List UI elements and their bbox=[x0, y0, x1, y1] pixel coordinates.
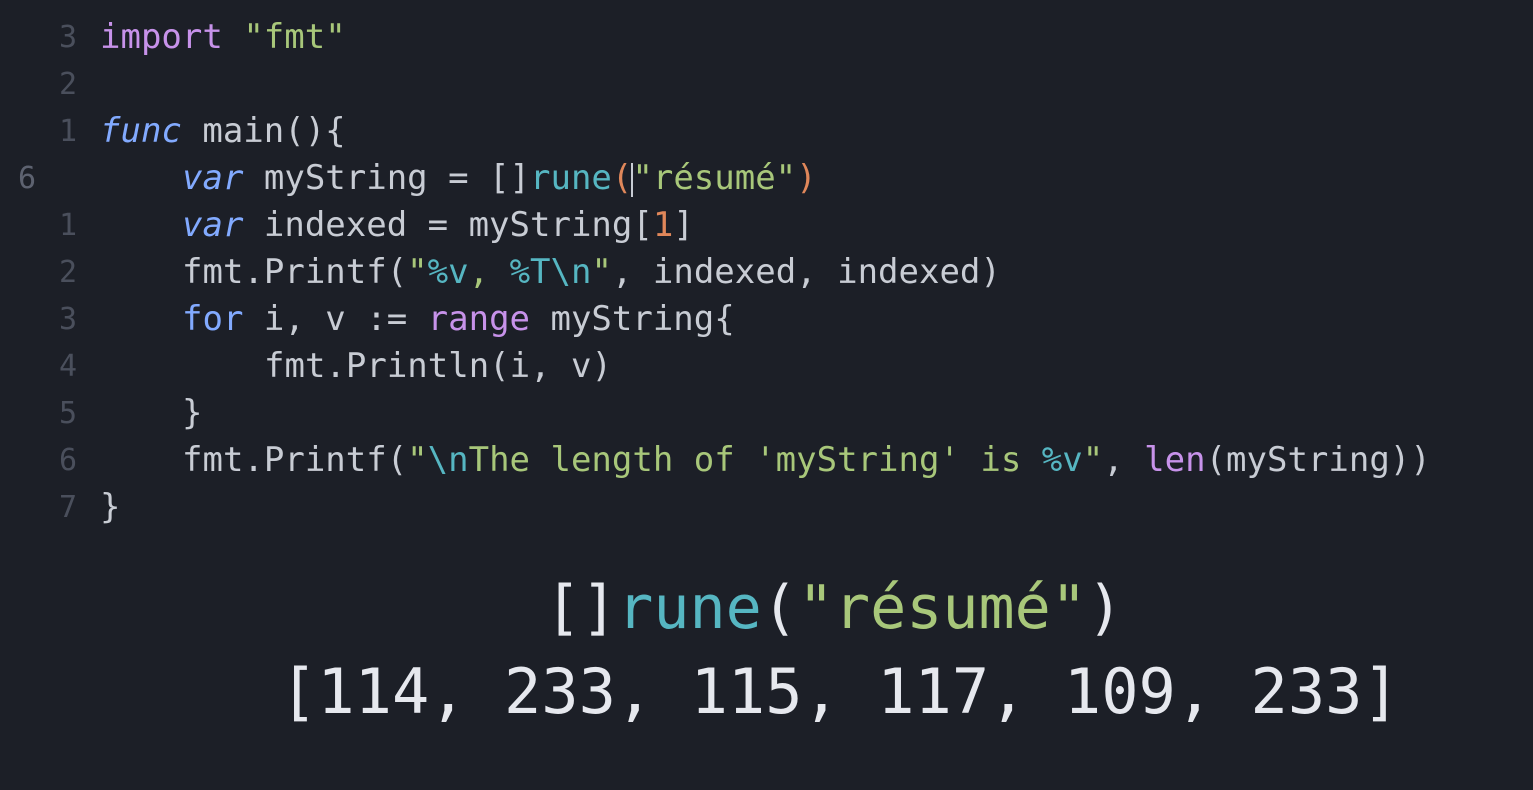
code-token: ) bbox=[796, 158, 817, 198]
code-token: "fmt" bbox=[243, 17, 346, 57]
code-text: var myString = []rune("résumé") bbox=[182, 155, 817, 202]
expression-token: "résumé" bbox=[797, 573, 1087, 643]
code-token: (myString)) bbox=[1205, 440, 1431, 480]
code-token: ] bbox=[673, 205, 694, 245]
code-line[interactable]: 7} bbox=[0, 484, 1533, 531]
line-number: 6 bbox=[58, 443, 77, 478]
code-token: main(){ bbox=[181, 111, 346, 151]
code-token: " bbox=[407, 440, 428, 480]
code-line[interactable]: 1 var indexed = myString[1] bbox=[0, 202, 1533, 249]
line-number: 5 bbox=[58, 396, 77, 431]
code-token: i, v := bbox=[243, 299, 428, 339]
code-token: len bbox=[1144, 440, 1206, 480]
line-number: 1 bbox=[58, 208, 77, 243]
code-token: myString = [] bbox=[243, 158, 530, 198]
line-number: 3 bbox=[58, 302, 77, 337]
code-token: \n bbox=[427, 440, 469, 480]
code-token: fmt.Printf( bbox=[182, 440, 408, 480]
code-text: import "fmt" bbox=[100, 14, 346, 61]
code-token: for bbox=[182, 299, 244, 339]
code-line[interactable]: 4 fmt.Println(i, v) bbox=[0, 343, 1533, 390]
code-token: myString{ bbox=[530, 299, 735, 339]
code-token: " bbox=[407, 252, 428, 292]
code-text: } bbox=[100, 484, 120, 531]
code-token: range bbox=[427, 299, 531, 339]
code-line[interactable]: 2 fmt.Printf("%v, %T\n", indexed, indexed… bbox=[0, 249, 1533, 296]
code-token: " bbox=[591, 252, 612, 292]
code-line[interactable]: 1 func main(){ bbox=[0, 108, 1533, 155]
rune-expression: []rune("résumé") bbox=[545, 568, 1123, 648]
code-token: ( bbox=[611, 158, 633, 198]
code-line[interactable]: 3 import "fmt" bbox=[0, 14, 1533, 61]
code-token: , bbox=[468, 252, 510, 292]
code-token: %T\n bbox=[509, 252, 592, 292]
code-token: } bbox=[100, 487, 121, 527]
code-token: 1 bbox=[652, 205, 674, 245]
code-token: fmt.Printf( bbox=[182, 252, 408, 292]
code-token: var bbox=[182, 205, 244, 245]
line-number: 3 bbox=[58, 20, 77, 55]
code-line[interactable]: 6 fmt.Printf("\nThe length of 'myString' … bbox=[0, 437, 1533, 484]
line-number: 4 bbox=[58, 349, 77, 384]
line-number: 7 bbox=[58, 490, 77, 525]
expression-token: ) bbox=[1086, 573, 1123, 643]
code-text: fmt.Println(i, v) bbox=[264, 343, 612, 390]
code-token: import bbox=[100, 17, 223, 57]
expression-token: [] bbox=[545, 573, 618, 643]
code-line[interactable]: 2 bbox=[0, 61, 1533, 108]
code-token: func bbox=[100, 111, 182, 151]
code-text: func main(){ bbox=[100, 108, 346, 155]
code-editor[interactable]: 3 import "fmt" 2 1 func main(){ 6 var myString… bbox=[0, 14, 1533, 531]
line-number: 2 bbox=[58, 255, 77, 290]
code-token: , indexed, indexed) bbox=[611, 252, 1001, 292]
code-text: } bbox=[182, 390, 202, 437]
code-token: rune bbox=[530, 158, 612, 198]
code-token: } bbox=[182, 393, 203, 433]
code-text: fmt.Printf("\nThe length of 'myString' i… bbox=[182, 437, 1431, 484]
code-line[interactable]: 3 for i, v := range myString{ bbox=[0, 296, 1533, 343]
code-token: "résumé" bbox=[632, 158, 797, 198]
line-number: 2 bbox=[58, 67, 77, 102]
expression-token: ( bbox=[761, 573, 798, 643]
code-text: for i, v := range myString{ bbox=[182, 296, 735, 343]
code-text: fmt.Printf("%v, %T\n", indexed, indexed) bbox=[182, 249, 1001, 296]
code-line[interactable]: 6 var myString = []rune("résumé") bbox=[0, 155, 1533, 202]
code-text: var indexed = myString[1] bbox=[182, 202, 694, 249]
rune-values-result: [114, 233, 115, 117, 109, 233] bbox=[280, 655, 1400, 728]
code-token: %v bbox=[427, 252, 469, 292]
code-line[interactable]: 5} bbox=[0, 390, 1533, 437]
code-token: The length of 'myString' is bbox=[468, 440, 1042, 480]
line-number: 6 bbox=[17, 161, 36, 196]
code-token: var bbox=[182, 158, 244, 198]
code-token: fmt.Println(i, v) bbox=[264, 346, 612, 386]
code-token: %v bbox=[1041, 440, 1083, 480]
expression-token: rune bbox=[617, 573, 762, 643]
code-token: indexed = myString[ bbox=[243, 205, 653, 245]
code-token: , bbox=[1103, 440, 1145, 480]
code-token: " bbox=[1082, 440, 1104, 480]
line-number: 1 bbox=[58, 114, 77, 149]
